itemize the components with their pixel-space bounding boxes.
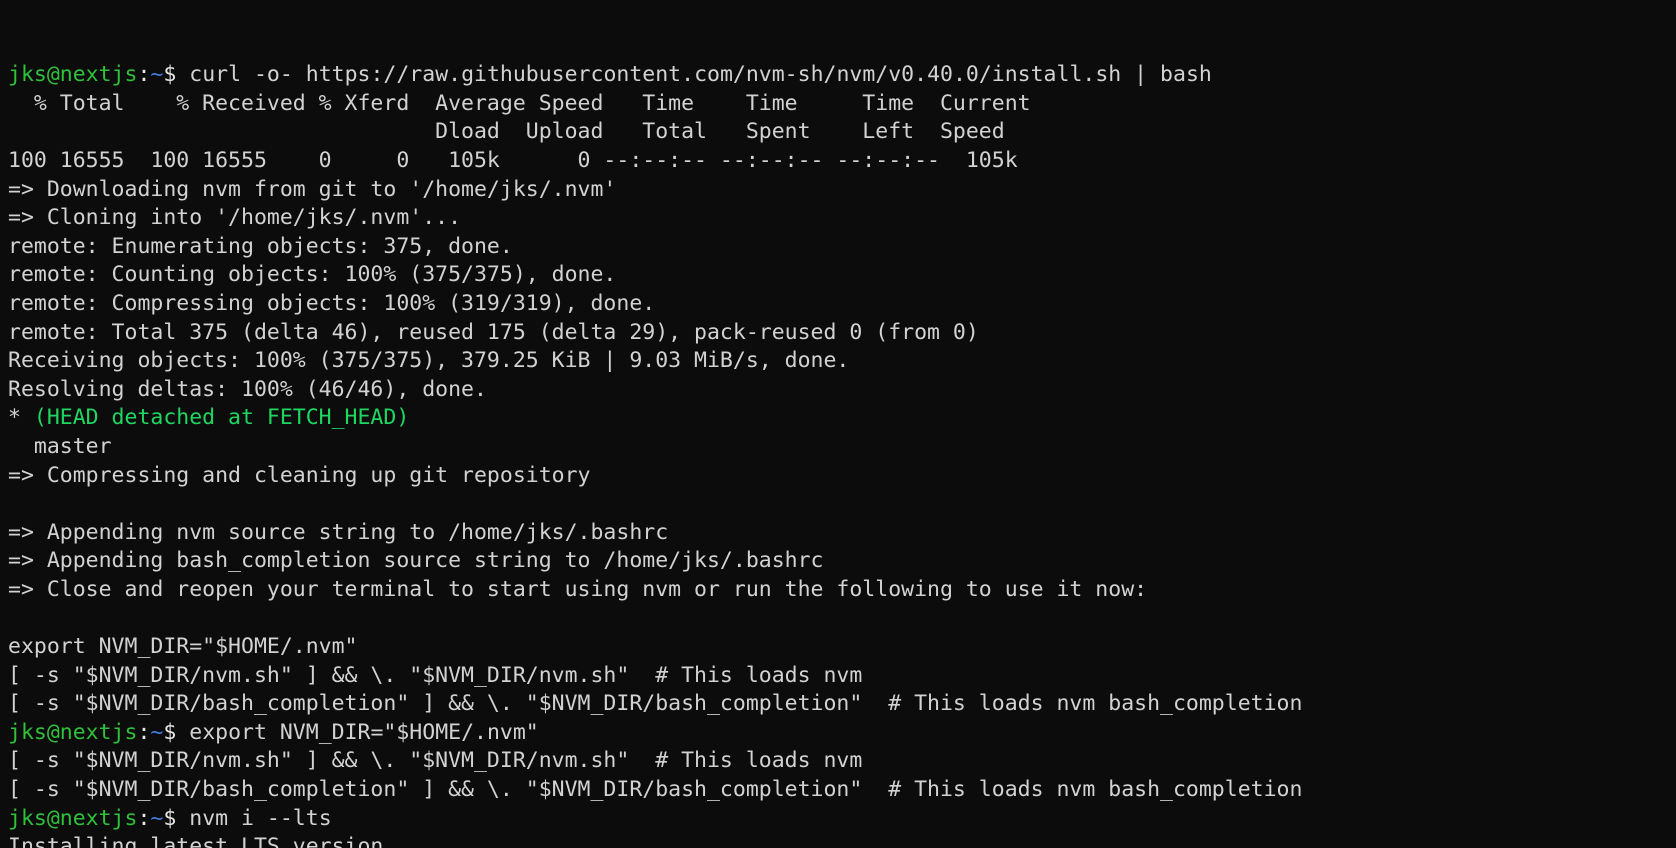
terminal-text-segment: ~ — [150, 62, 164, 88]
terminal-output-line: remote: Counting objects: 100% (375/375)… — [8, 261, 1676, 290]
terminal-text-segment: (HEAD detached at FETCH_HEAD) — [33, 405, 410, 431]
terminal-text-segment: $ — [163, 62, 190, 88]
terminal-output-line: => Cloning into '/home/jks/.nvm'... — [8, 204, 1676, 233]
terminal-output-line: export NVM_DIR="$HOME/.nvm" — [8, 633, 1676, 662]
terminal-text-segment: : — [137, 719, 151, 745]
terminal-text-segment: [ -s "$NVM_DIR/nvm.sh" ] && \. "$NVM_DIR… — [8, 748, 863, 774]
terminal-text-segment: Receiving objects: 100% (375/375), 379.2… — [8, 348, 850, 374]
terminal-output-line: remote: Compressing objects: 100% (319/3… — [8, 290, 1676, 319]
terminal-text-segment: * — [8, 405, 34, 431]
terminal-output-line: [ -s "$NVM_DIR/bash_completion" ] && \. … — [8, 776, 1676, 805]
terminal-screen[interactable]: jks@nextjs:~$ curl -o- https://raw.githu… — [0, 0, 1676, 848]
terminal-text-segment: remote: Enumerating objects: 375, done. — [8, 233, 513, 259]
terminal-output-line: Receiving objects: 100% (375/375), 379.2… — [8, 347, 1676, 376]
terminal-text-segment: => Close and reopen your terminal to sta… — [8, 576, 1148, 602]
terminal-text-segment: $ — [163, 719, 190, 745]
terminal-text-segment: => Cloning into '/home/jks/.nvm'... — [8, 205, 462, 231]
terminal-output-line: [ -s "$NVM_DIR/nvm.sh" ] && \. "$NVM_DIR… — [8, 662, 1676, 691]
terminal-text-segment: remote: Total 375 (delta 46), reused 175… — [8, 319, 979, 345]
terminal-output-line: remote: Enumerating objects: 375, done. — [8, 233, 1676, 262]
terminal-output-line: => Compressing and cleaning up git repos… — [8, 462, 1676, 491]
terminal-command-line: jks@nextjs:~$ export NVM_DIR="$HOME/.nvm… — [8, 719, 1676, 748]
terminal-text-segment: master — [8, 433, 112, 459]
terminal-output-line: => Downloading nvm from git to '/home/jk… — [8, 176, 1676, 205]
terminal-text-segment: % Total % Received % Xferd Average Speed… — [8, 90, 1031, 116]
terminal-output-line: => Appending bash_completion source stri… — [8, 547, 1676, 576]
terminal-text-segment: => Downloading nvm from git to '/home/jk… — [8, 176, 617, 202]
terminal-text-segment: jks@nextjs — [8, 62, 138, 88]
terminal-text-segment: $ — [163, 805, 190, 831]
terminal-text-segment: : — [137, 805, 151, 831]
terminal-text-segment: Resolving deltas: 100% (46/46), done. — [8, 376, 487, 402]
terminal-text-segment: => Appending nvm source string to /home/… — [8, 519, 669, 545]
terminal-output-line: Resolving deltas: 100% (46/46), done. — [8, 376, 1676, 405]
terminal-text-segment: => Compressing and cleaning up git repos… — [8, 462, 591, 488]
terminal-output-line: Installing latest LTS version. — [8, 833, 1676, 848]
terminal-text-segment: ~ — [150, 805, 164, 831]
terminal-output-buffer: jks@nextjs:~$ curl -o- https://raw.githu… — [8, 61, 1676, 848]
terminal-text-segment: nvm i --lts — [189, 805, 332, 831]
terminal-text-segment: => Appending bash_completion source stri… — [8, 548, 824, 574]
terminal-text-segment: export NVM_DIR="$HOME/.nvm" — [8, 634, 358, 660]
terminal-text-segment: 100 16555 100 16555 0 0 105k 0 --:--:-- … — [8, 147, 1018, 173]
terminal-text-segment: remote: Compressing objects: 100% (319/3… — [8, 290, 656, 316]
terminal-output-line: remote: Total 375 (delta 46), reused 175… — [8, 319, 1676, 348]
terminal-output-line: => Appending nvm source string to /home/… — [8, 519, 1676, 548]
terminal-output-line: => Close and reopen your terminal to sta… — [8, 576, 1676, 605]
terminal-text-segment: Dload Upload Total Spent Left Speed — [8, 119, 1005, 145]
terminal-output-line: [ -s "$NVM_DIR/bash_completion" ] && \. … — [8, 690, 1676, 719]
terminal-text-segment: jks@nextjs — [8, 805, 138, 831]
terminal-output-line: Dload Upload Total Spent Left Speed — [8, 118, 1676, 147]
terminal-output-line: master — [8, 433, 1676, 462]
terminal-text-segment: remote: Counting objects: 100% (375/375)… — [8, 262, 617, 288]
terminal-output-line: [ -s "$NVM_DIR/nvm.sh" ] && \. "$NVM_DIR… — [8, 747, 1676, 776]
terminal-output-line: % Total % Received % Xferd Average Speed… — [8, 90, 1676, 119]
terminal-text-segment: ~ — [150, 719, 164, 745]
terminal-text-segment: [ -s "$NVM_DIR/bash_completion" ] && \. … — [8, 777, 1303, 803]
terminal-text-segment: jks@nextjs — [8, 719, 138, 745]
terminal-text-segment: Installing latest LTS version. — [8, 834, 397, 848]
terminal-output-line: * (HEAD detached at FETCH_HEAD) — [8, 404, 1676, 433]
terminal-text-segment: [ -s "$NVM_DIR/bash_completion" ] && \. … — [8, 691, 1303, 717]
terminal-text-segment: export NVM_DIR="$HOME/.nvm" — [189, 719, 539, 745]
terminal-output-line: 100 16555 100 16555 0 0 105k 0 --:--:-- … — [8, 147, 1676, 176]
terminal-text-segment: curl -o- https://raw.githubusercontent.c… — [189, 62, 1212, 88]
terminal-text-segment: [ -s "$NVM_DIR/nvm.sh" ] && \. "$NVM_DIR… — [8, 662, 863, 688]
terminal-command-line: jks@nextjs:~$ curl -o- https://raw.githu… — [8, 61, 1676, 90]
terminal-command-line: jks@nextjs:~$ nvm i --lts — [8, 805, 1676, 834]
terminal-text-segment: : — [137, 62, 151, 88]
